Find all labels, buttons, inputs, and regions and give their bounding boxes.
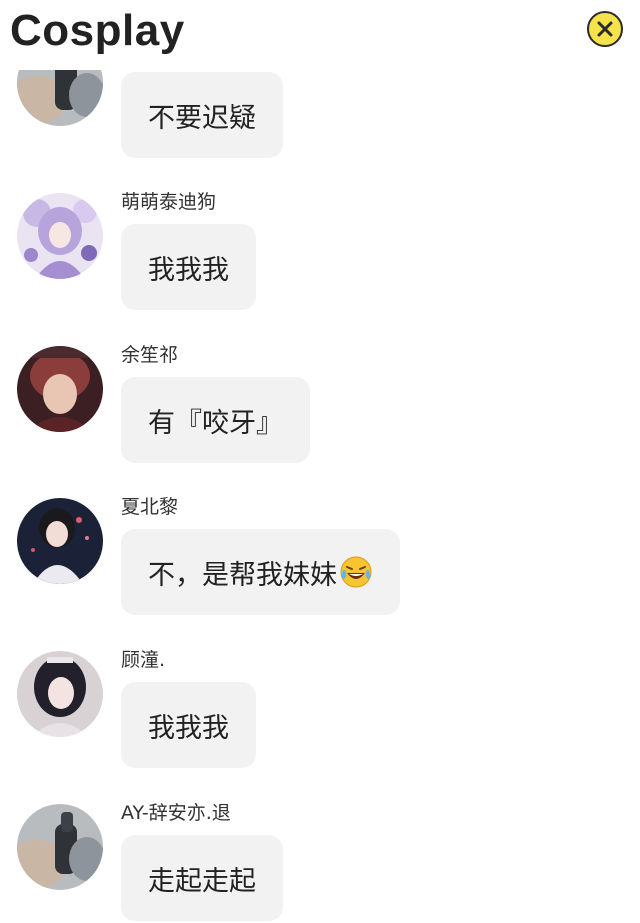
avatar[interactable]: [17, 346, 103, 432]
sender-name: AY-辞安亦.退: [121, 802, 231, 824]
header: Cosplay: [0, 0, 640, 70]
message-bubble[interactable]: 走起走起: [121, 835, 283, 921]
sender-name: 余笙祁: [121, 344, 179, 366]
message-text: 走起走起: [148, 865, 256, 897]
message-bubble[interactable]: 不要迟疑: [121, 72, 283, 158]
message-text: 不，是帮我妹妹: [148, 559, 337, 591]
close-icon: [597, 21, 613, 37]
sender-name: 萌萌泰迪狗: [121, 191, 217, 213]
message-list[interactable]: 不要迟疑 萌萌泰迪狗 我我我 余笙祁 有『咬牙』 夏北黎 不，是帮我妹妹 顾潼.…: [0, 0, 640, 923]
message-text: 我我我: [148, 254, 229, 286]
sender-name: 夏北黎: [121, 496, 179, 518]
avatar[interactable]: [17, 651, 103, 737]
message-bubble[interactable]: 我我我: [121, 682, 256, 768]
avatar[interactable]: [17, 498, 103, 584]
page-title: Cosplay: [10, 6, 185, 55]
message-bubble[interactable]: 有『咬牙』: [121, 377, 310, 463]
message-text: 我我我: [148, 712, 229, 744]
message-bubble[interactable]: 不，是帮我妹妹: [121, 529, 400, 615]
avatar[interactable]: [17, 804, 103, 890]
laughing-crying-emoji-icon: [339, 555, 373, 589]
sender-name: 顾潼.: [121, 649, 166, 671]
message-text: 有『咬牙』: [148, 407, 283, 439]
avatar[interactable]: [17, 193, 103, 279]
close-button[interactable]: [587, 11, 623, 47]
message-bubble[interactable]: 我我我: [121, 224, 256, 310]
message-text: 不要迟疑: [148, 102, 256, 134]
